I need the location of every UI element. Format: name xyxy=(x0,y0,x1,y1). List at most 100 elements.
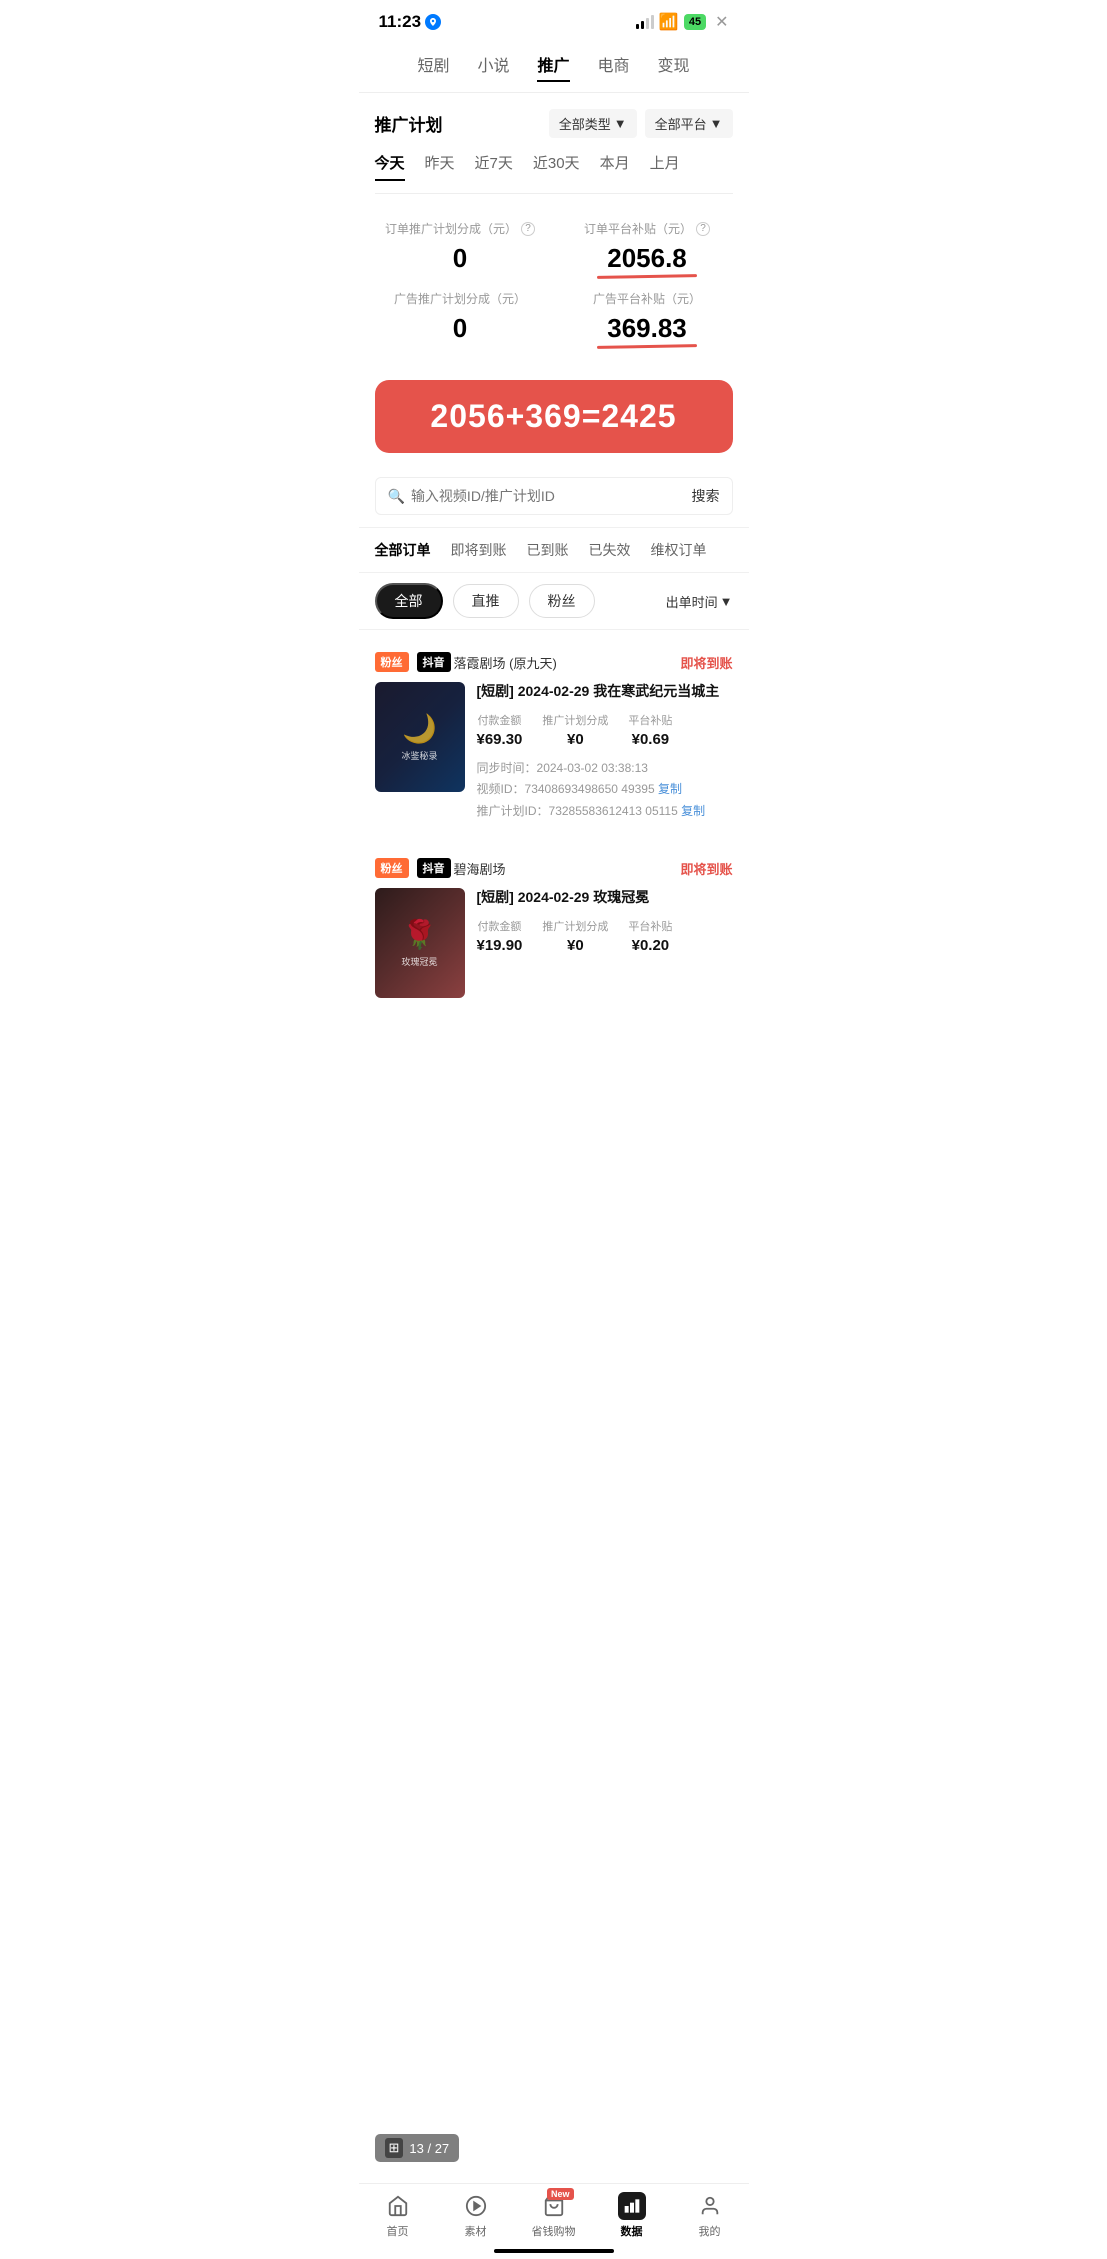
order-tab-arrived[interactable]: 已到账 xyxy=(527,540,569,560)
pay-amount-stat: 付款金额 ¥69.30 xyxy=(477,712,523,748)
search-button[interactable]: 搜索 xyxy=(692,486,720,506)
douyin-badge-2: 抖音 xyxy=(417,858,451,878)
pay-label-2: 付款金额 xyxy=(477,918,523,934)
order-tab-expired[interactable]: 已失效 xyxy=(589,540,631,560)
search-container: 🔍 搜索 xyxy=(359,465,749,527)
nav-shopping[interactable]: New 省钱购物 xyxy=(515,2192,593,2239)
period-tab-7days[interactable]: 近7天 xyxy=(475,152,513,181)
header-row: 推广计划 全部类型 ▼ 全部平台 ▼ xyxy=(375,109,733,138)
order-card-2: 粉丝 抖音 碧海剧场 即将到账 🌹 玫瑰冠冕 [短剧] 2024-02-29 玫… xyxy=(359,844,749,1012)
status-bar: 11:23 📶 45 ✕ xyxy=(359,0,749,40)
filter-platform-button[interactable]: 全部平台 ▼ xyxy=(645,109,733,138)
card-meta-1: 同步时间：2024-03-02 03:38:13 视频ID：7340869349… xyxy=(477,758,733,823)
card-header-2: 粉丝 抖音 碧海剧场 即将到账 xyxy=(375,858,733,878)
nav-data-label: 数据 xyxy=(621,2223,643,2239)
period-tab-today[interactable]: 今天 xyxy=(375,152,405,181)
commission-label-2: 推广计划分成 xyxy=(542,918,608,934)
platform-tag: 抖音 落霞剧场 (原九天) xyxy=(417,652,557,672)
fans-tag-2: 粉丝 xyxy=(375,858,409,878)
stat-ad-subsidy-value: 369.83 xyxy=(562,313,733,344)
subsidy-label-2: 平台补贴 xyxy=(628,918,672,934)
fans-tag: 粉丝 xyxy=(375,652,409,672)
nav-item-promote[interactable]: 推广 xyxy=(537,52,569,82)
nav-profile[interactable]: 我的 xyxy=(671,2192,749,2239)
search-left: 🔍 xyxy=(388,488,631,505)
help-icon-2[interactable]: ? xyxy=(696,222,710,236)
copy-campaign-id[interactable]: 复制 xyxy=(681,804,705,818)
copy-video-id[interactable]: 复制 xyxy=(658,782,682,796)
stat-ad-commission: 广告推广计划分成（元） 0 xyxy=(375,290,546,344)
commission-value-2: ¥0 xyxy=(542,937,608,954)
pay-value-2: ¥19.90 xyxy=(477,937,523,954)
card-content-2: 🌹 玫瑰冠冕 [短剧] 2024-02-29 玫瑰冠冕 付款金额 ¥19.90 … xyxy=(375,888,733,998)
card-image-placeholder-2: 🌹 玫瑰冠冕 xyxy=(375,888,465,998)
sort-button[interactable]: 出单时间 ▼ xyxy=(666,592,733,611)
stats-grid: 订单推广计划分成（元） ? 0 订单平台补贴（元） ? 2056.8 广 xyxy=(375,212,733,352)
nav-home-label: 首页 xyxy=(387,2223,409,2239)
subsidy-value-2: ¥0.20 xyxy=(628,937,672,954)
nav-item-ecommerce[interactable]: 电商 xyxy=(598,52,630,82)
nav-item-novel[interactable]: 小说 xyxy=(477,52,509,82)
stat-order-subsidy-label: 订单平台补贴（元） ? xyxy=(562,220,733,237)
promo-banner: 2056+369=2425 xyxy=(375,380,733,453)
filter-row: 全部 直推 粉丝 出单时间 ▼ xyxy=(359,572,749,630)
battery-display: 45 xyxy=(684,14,706,30)
card-title-1: [短剧] 2024-02-29 我在寒武纪元当城主 xyxy=(477,682,733,702)
card-image-1: 🌙 冰鉴秘录 xyxy=(375,682,465,792)
chevron-down-icon: ▼ xyxy=(710,116,723,131)
nav-materials-label: 素材 xyxy=(465,2223,487,2239)
stat-ad-commission-value: 0 xyxy=(375,313,546,344)
subsidy-stat: 平台补贴 ¥0.69 xyxy=(628,712,672,748)
status-icons: 📶 45 ✕ xyxy=(636,12,729,32)
pay-value: ¥69.30 xyxy=(477,731,523,748)
bottom-navigation: ⊞ 13 / 27 首页 素材 New 省钱 xyxy=(359,2183,749,2259)
location-icon xyxy=(425,14,441,30)
stat-ad-subsidy: 广告平台补贴（元） 369.83 xyxy=(562,290,733,344)
stat-order-commission-value: 0 xyxy=(375,243,546,274)
subsidy-value: ¥0.69 xyxy=(628,731,672,748)
period-tab-yesterday[interactable]: 昨天 xyxy=(425,152,455,181)
nav-profile-label: 我的 xyxy=(699,2223,721,2239)
search-input[interactable] xyxy=(411,488,631,504)
new-badge: New xyxy=(547,2188,574,2200)
filter-type-label: 全部类型 xyxy=(559,114,611,133)
platform-tag-2: 抖音 碧海剧场 xyxy=(417,858,506,878)
slide-counter: ⊞ 13 / 27 xyxy=(375,2134,460,2162)
top-navigation: 短剧 小说 推广 电商 变现 xyxy=(359,40,749,93)
stat-ad-commission-label: 广告推广计划分成（元） xyxy=(375,290,546,307)
douyin-badge: 抖音 xyxy=(417,652,451,672)
filter-direct-chip[interactable]: 直推 xyxy=(453,584,519,618)
close-icon[interactable]: ✕ xyxy=(715,12,728,32)
card-stats-2: 付款金额 ¥19.90 推广计划分成 ¥0 平台补贴 ¥0.20 xyxy=(477,918,733,954)
card-details-1: [短剧] 2024-02-29 我在寒武纪元当城主 付款金额 ¥69.30 推广… xyxy=(477,682,733,822)
home-indicator xyxy=(494,2249,614,2253)
nav-item-monetize[interactable]: 变现 xyxy=(658,52,690,82)
order-tab-all[interactable]: 全部订单 xyxy=(375,540,431,560)
commission-value: ¥0 xyxy=(542,731,608,748)
nav-data[interactable]: 数据 xyxy=(593,2192,671,2239)
card-stats-1: 付款金额 ¥69.30 推广计划分成 ¥0 平台补贴 ¥0.69 xyxy=(477,712,733,748)
commission-label: 推广计划分成 xyxy=(542,712,608,728)
stat-ad-subsidy-label: 广告平台补贴（元） xyxy=(562,290,733,307)
filter-fans-chip[interactable]: 粉丝 xyxy=(529,584,595,618)
period-tab-thismonth[interactable]: 本月 xyxy=(600,152,630,181)
card-image-2: 🌹 玫瑰冠冕 xyxy=(375,888,465,998)
filter-type-button[interactable]: 全部类型 ▼ xyxy=(549,109,637,138)
period-tab-lastmonth[interactable]: 上月 xyxy=(650,152,680,181)
order-status-2: 即将到账 xyxy=(680,859,732,878)
order-tab-dispute[interactable]: 维权订单 xyxy=(651,540,707,560)
order-tab-arriving[interactable]: 即将到账 xyxy=(451,540,507,560)
help-icon[interactable]: ? xyxy=(521,222,535,236)
filter-all-chip[interactable]: 全部 xyxy=(375,583,443,619)
order-tabs: 全部订单 即将到账 已到账 已失效 维权订单 xyxy=(359,527,749,572)
nav-materials[interactable]: 素材 xyxy=(437,2192,515,2239)
card-title-2: [短剧] 2024-02-29 玫瑰冠冕 xyxy=(477,888,733,908)
search-icon: 🔍 xyxy=(388,488,405,505)
sort-label: 出单时间 xyxy=(666,592,718,611)
nav-shopping-label: 省钱购物 xyxy=(532,2223,576,2239)
nav-home[interactable]: 首页 xyxy=(359,2192,437,2239)
nav-item-shorts[interactable]: 短剧 xyxy=(417,52,449,82)
commission-stat-2: 推广计划分成 ¥0 xyxy=(542,918,608,954)
period-tab-30days[interactable]: 近30天 xyxy=(533,152,580,181)
stat-order-commission-label: 订单推广计划分成（元） ? xyxy=(375,220,546,237)
